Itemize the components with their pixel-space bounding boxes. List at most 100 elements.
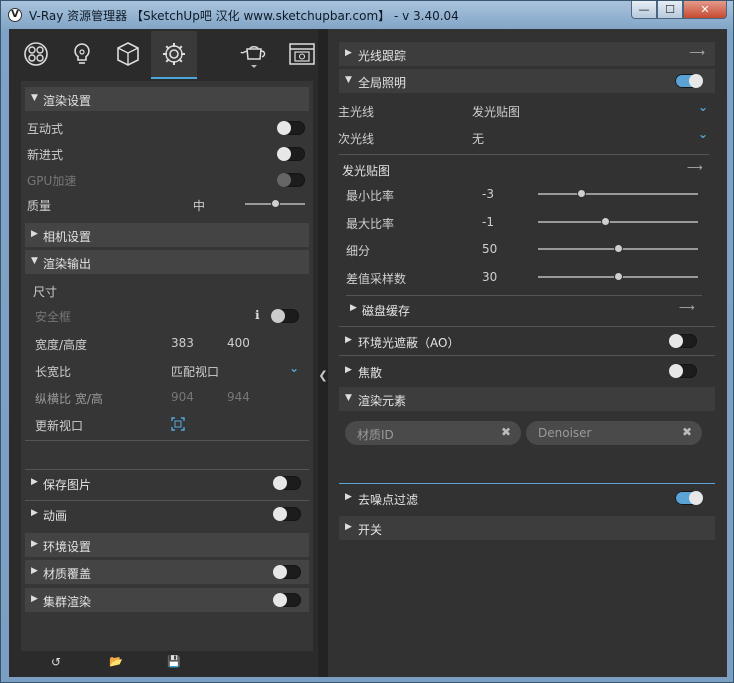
slider-thumb[interactable] xyxy=(614,244,623,253)
quality-value[interactable]: 中 xyxy=(193,197,205,214)
subdivs-value[interactable]: 50 xyxy=(482,242,497,256)
row-width-height: 宽度/高度 383 400 xyxy=(21,331,313,355)
secondary-engine-dropdown[interactable]: 无 xyxy=(472,130,484,147)
primary-engine-dropdown[interactable]: 发光贴图 xyxy=(472,103,520,120)
save-image-toggle[interactable] xyxy=(273,476,301,490)
section-material-override[interactable]: ▶ 材质覆盖 xyxy=(25,560,309,584)
collapse-pane-icon[interactable]: ❮ xyxy=(318,369,328,382)
chip-label: 材质ID xyxy=(357,428,394,442)
section-switches[interactable]: ▶ 开关 xyxy=(339,516,715,540)
interactive-toggle[interactable] xyxy=(277,121,305,135)
slider-thumb[interactable] xyxy=(614,272,623,281)
right-pane: ▶ 光线跟踪 ⟶ ▼ 全局照明 主光线 发光贴图 ⌄ 次光线 无 ⌄ 发光贴图 xyxy=(328,29,727,677)
interp-samples-value[interactable]: 30 xyxy=(482,270,497,284)
render-element-chip[interactable]: 材质ID ✖ xyxy=(345,421,521,445)
materials-tab[interactable] xyxy=(13,31,59,77)
divider xyxy=(25,440,309,441)
section-gi[interactable]: ▼ 全局照明 xyxy=(339,69,715,93)
interp-samples-slider[interactable] xyxy=(538,272,698,281)
geometry-tab[interactable] xyxy=(105,31,151,77)
title-bar[interactable]: V V-Ray 资源管理器 【SketchUp吧 汉化 www.sketchup… xyxy=(1,1,733,29)
viewport-frame-icon[interactable] xyxy=(171,417,185,431)
ratio-height-value: 944 xyxy=(227,390,250,404)
section-caustics[interactable]: ▶ 焦散 xyxy=(339,359,715,383)
teapot-render-icon xyxy=(240,46,266,68)
divider xyxy=(346,295,702,296)
row-disk-cache[interactable]: ▶ 磁盘缓存 ⟶ xyxy=(328,297,727,321)
divider xyxy=(339,154,709,155)
render-element-chip[interactable]: Denoiser ✖ xyxy=(526,421,702,445)
progressive-toggle[interactable] xyxy=(277,147,305,161)
divider xyxy=(339,326,715,327)
section-render-output[interactable]: ▼ 渲染输出 xyxy=(25,250,309,274)
section-title: 渲染设置 xyxy=(43,94,92,108)
width-value[interactable]: 383 xyxy=(171,336,194,350)
pin-icon[interactable]: ⟶ xyxy=(687,161,717,174)
geometry-icon xyxy=(117,42,139,66)
save-icon[interactable]: 💾 xyxy=(167,655,181,668)
material-override-toggle[interactable] xyxy=(273,565,301,579)
pin-icon[interactable]: ⟶ xyxy=(689,46,705,59)
ratio-label: 纵横比 宽/高 xyxy=(35,392,103,406)
section-title: 去噪点过滤 xyxy=(358,493,419,507)
chevron-down-icon[interactable]: ⌄ xyxy=(289,361,299,375)
section-raytrace[interactable]: ▶ 光线跟踪 ⟶ xyxy=(339,42,715,66)
chevron-down-icon[interactable]: ⌄ xyxy=(698,100,708,114)
aspect-dropdown[interactable]: 匹配视口 xyxy=(171,363,219,380)
size-label: 尺寸 xyxy=(33,285,58,299)
max-rate-value[interactable]: -1 xyxy=(482,215,494,229)
gpu-toggle[interactable] xyxy=(277,173,305,187)
pane-splitter[interactable] xyxy=(318,29,328,677)
caustics-toggle[interactable] xyxy=(669,364,697,378)
section-swarm[interactable]: ▶ 集群渲染 xyxy=(25,588,309,612)
swarm-toggle[interactable] xyxy=(273,593,301,607)
collapse-arrow-icon: ▼ xyxy=(345,75,352,85)
lights-icon xyxy=(74,43,90,64)
min-rate-slider[interactable] xyxy=(538,189,698,198)
revert-icon[interactable]: ↺ xyxy=(51,655,61,669)
section-render-elements[interactable]: ▼ 渲染元素 xyxy=(339,387,715,411)
width-height-label: 宽度/高度 xyxy=(35,338,88,352)
ao-toggle[interactable] xyxy=(669,334,697,348)
row-safe-frame: 安全框 ℹ xyxy=(21,303,313,327)
denoiser-toggle[interactable] xyxy=(675,491,703,505)
chevron-down-icon[interactable]: ⌄ xyxy=(698,127,708,141)
vray-app-icon: V xyxy=(8,8,22,22)
toggle-knob xyxy=(271,309,285,323)
slider-thumb[interactable] xyxy=(271,199,280,208)
close-button[interactable]: ✕ xyxy=(683,1,727,19)
section-render-settings[interactable]: ▼ 渲染设置 xyxy=(25,87,309,111)
row-aspect: 长宽比 匹配视口 ⌄ xyxy=(21,358,313,382)
section-denoiser[interactable]: ▶ 去噪点过滤 xyxy=(339,486,715,510)
materials-icon xyxy=(24,42,48,66)
progressive-label: 新进式 xyxy=(27,148,64,162)
expand-arrow-icon: ▶ xyxy=(345,48,352,58)
lights-tab[interactable] xyxy=(59,31,105,77)
safe-frame-toggle[interactable] xyxy=(271,309,299,323)
section-ao[interactable]: ▶ 环境光遮蔽（AO） xyxy=(339,329,715,353)
remove-icon[interactable]: ✖ xyxy=(501,425,511,439)
render-button[interactable] xyxy=(231,31,277,77)
subdivs-slider[interactable] xyxy=(538,244,698,253)
gi-toggle[interactable] xyxy=(675,74,703,88)
drop-target-line xyxy=(339,483,715,484)
quality-slider[interactable] xyxy=(245,199,305,208)
height-value[interactable]: 400 xyxy=(227,336,250,350)
animation-toggle[interactable] xyxy=(273,507,301,521)
min-rate-value[interactable]: -3 xyxy=(482,187,494,201)
settings-tab[interactable] xyxy=(151,31,197,79)
row-max-rate: 最大比率 -1 xyxy=(328,210,727,234)
slider-thumb[interactable] xyxy=(601,217,611,226)
info-icon[interactable]: ℹ xyxy=(255,308,260,322)
section-camera[interactable]: ▶ 相机设置 xyxy=(25,223,309,247)
maximize-button[interactable]: ☐ xyxy=(657,1,683,19)
open-folder-icon[interactable]: 📂 xyxy=(109,655,123,668)
minimize-button[interactable]: — xyxy=(631,1,657,19)
pin-icon[interactable]: ⟶ xyxy=(679,301,717,314)
slider-thumb[interactable] xyxy=(577,189,587,198)
section-environment[interactable]: ▶ 环境设置 xyxy=(25,533,309,557)
section-animation[interactable]: ▶ 动画 xyxy=(25,502,309,526)
max-rate-slider[interactable] xyxy=(538,217,698,226)
section-save-image[interactable]: ▶ 保存图片 xyxy=(25,471,309,495)
remove-icon[interactable]: ✖ xyxy=(682,425,692,439)
